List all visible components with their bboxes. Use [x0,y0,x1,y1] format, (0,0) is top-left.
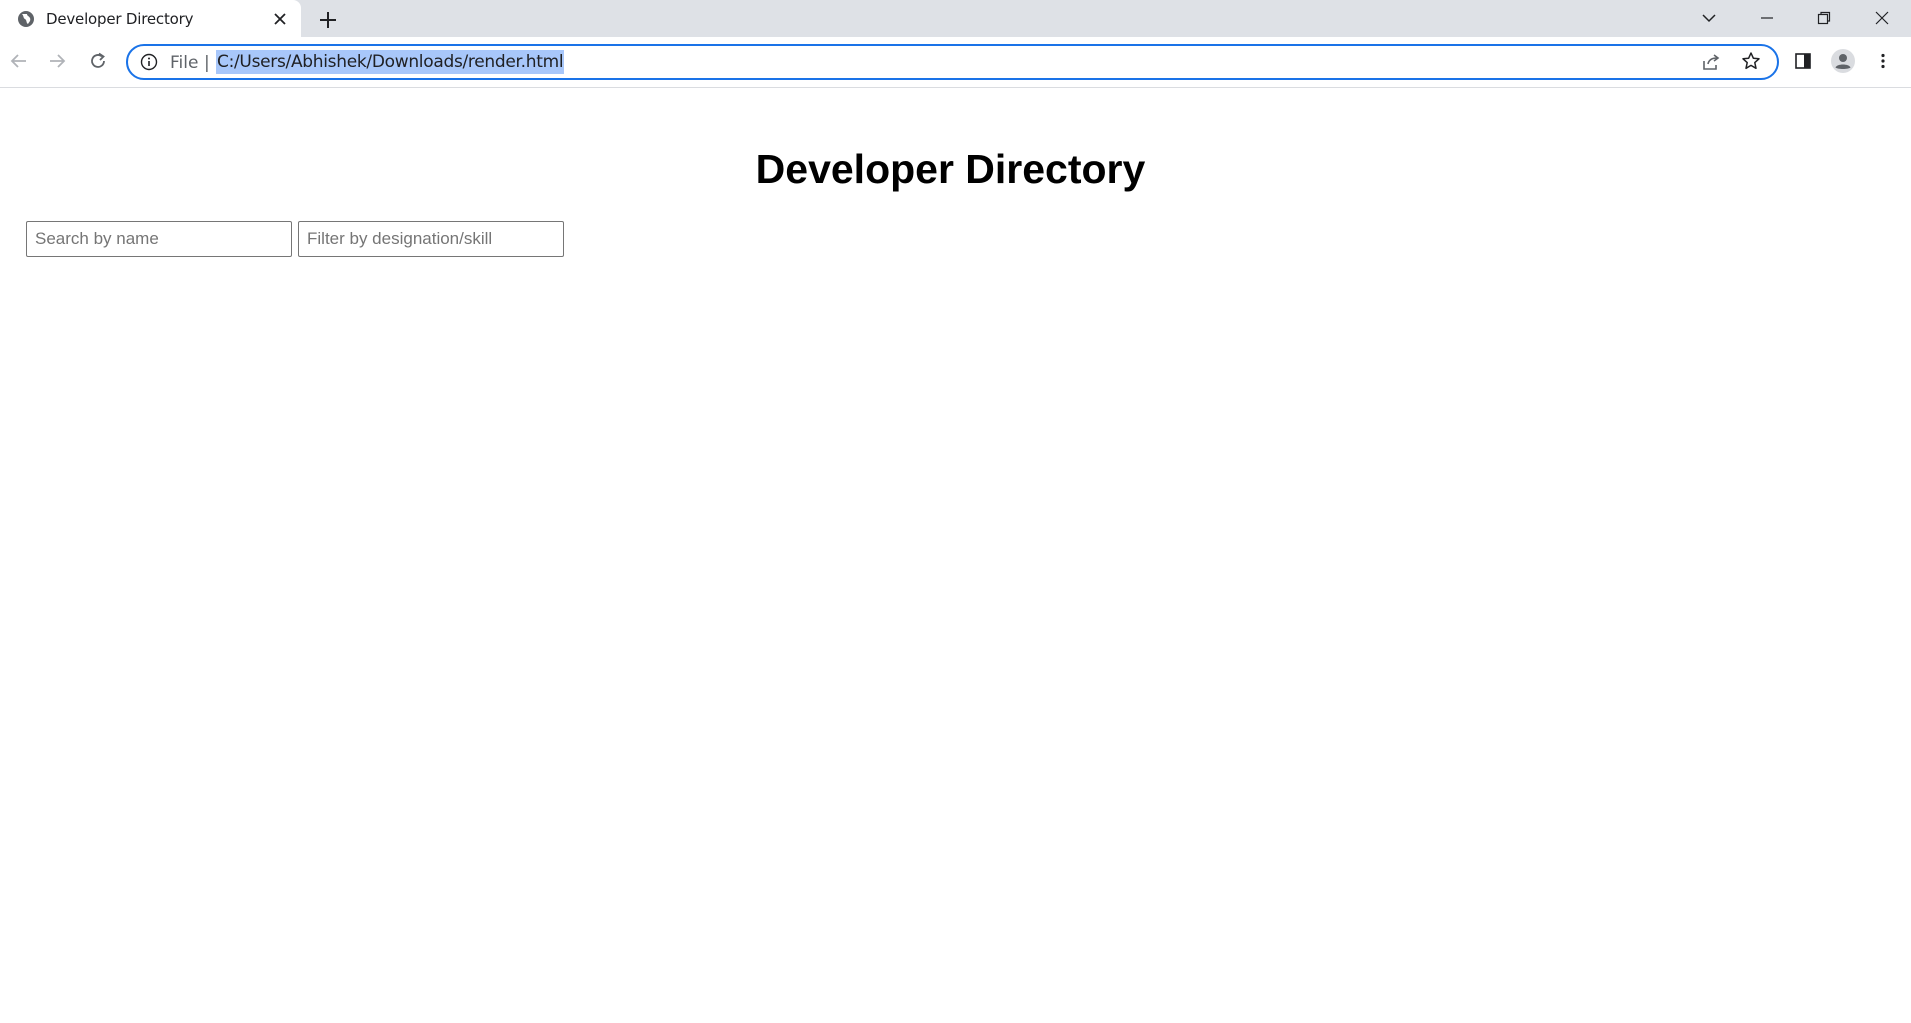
toolbar: File | C:/Users/Abhishek/Downloads/rende… [0,37,1911,88]
forward-button[interactable] [43,47,71,75]
url-scheme-label: File [170,53,199,73]
url-separator: | [204,53,210,73]
minimize-button[interactable] [1745,4,1789,32]
tab-strip: Developer Directory [0,0,1911,38]
browser-chrome: Developer Directory File | C:/Users/Abhi… [0,0,1911,88]
share-icon[interactable] [1701,52,1721,72]
back-button[interactable] [5,47,33,75]
url-text[interactable]: C:/Users/Abhishek/Downloads/render.html [216,50,565,74]
close-icon[interactable] [272,11,288,27]
close-window-button[interactable] [1860,4,1904,32]
restore-button[interactable] [1802,4,1846,32]
reload-icon [91,52,105,68]
minimize-icon [1761,17,1773,19]
profile-icon [1831,49,1855,73]
tab-active[interactable]: Developer Directory [0,0,301,38]
tab-title: Developer Directory [46,10,194,28]
tab-search-button[interactable] [1687,4,1731,32]
restore-icon [1817,11,1831,25]
side-panel-button[interactable] [1789,47,1817,75]
close-window-icon [1875,11,1889,25]
arrow-left-icon [10,54,26,68]
star-icon[interactable] [1741,51,1761,71]
menu-button[interactable] [1869,47,1897,75]
arrow-right-icon [50,54,66,68]
side-panel-icon [1795,53,1811,69]
more-vert-icon [1881,53,1885,69]
info-icon[interactable] [140,53,158,71]
plus-icon[interactable] [317,9,339,31]
search-by-name-input[interactable] [26,221,292,257]
page-title: Developer Directory [755,146,1146,192]
chevron-down-icon [1702,14,1716,23]
profile-button[interactable] [1829,47,1857,75]
reload-button[interactable] [84,47,112,75]
filter-by-designation-input[interactable] [298,221,564,257]
address-bar[interactable]: File | C:/Users/Abhishek/Downloads/rende… [126,44,1779,80]
page-content: Developer Directory [0,88,1911,1023]
globe-icon [18,11,34,27]
